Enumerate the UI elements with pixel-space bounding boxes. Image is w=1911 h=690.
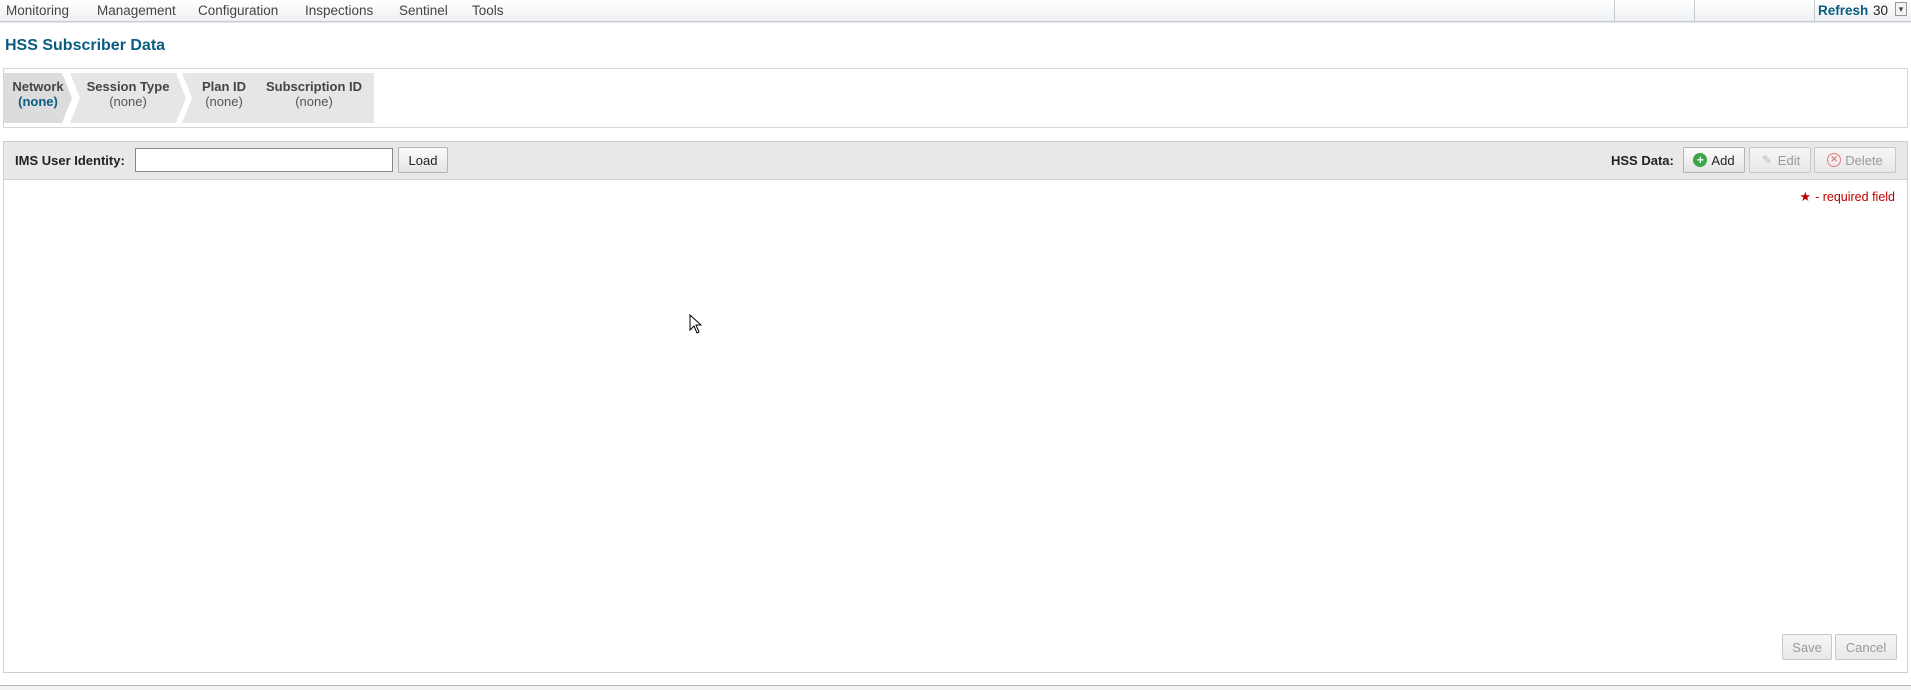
menu-management[interactable]: Management [97,3,176,18]
required-field-text: - required field [1815,190,1895,204]
refresh-link[interactable]: Refresh [1818,3,1868,18]
menu-sentinel[interactable]: Sentinel [399,3,448,18]
load-button-label: Load [408,152,438,168]
menu-tools[interactable]: Tools [472,3,504,18]
edit-button[interactable]: ✎ Edit [1749,147,1811,173]
menu-divider [1814,0,1815,22]
title-divider [0,22,1911,23]
save-button-label: Save [1792,639,1822,655]
refresh-interval-spinner-icon[interactable]: ▾ [1895,2,1907,16]
breadcrumb-network[interactable]: Network (none) [4,73,72,123]
breadcrumb-session-type[interactable]: Session Type (none) [70,73,186,123]
breadcrumb-label: Network [12,79,64,94]
menu-inspections[interactable]: Inspections [305,3,373,18]
pencil-icon: ✎ [1761,153,1772,167]
edit-button-label: Edit [1777,152,1801,168]
cancel-button-label: Cancel [1845,639,1887,655]
load-button[interactable]: Load [398,147,448,173]
required-field-note: ★ - required field [1799,189,1895,205]
star-icon: ★ [1799,189,1812,204]
breadcrumb-label: Subscription ID [265,79,363,94]
menu-monitoring[interactable]: Monitoring [6,3,69,18]
subscriber-toolbar: IMS User Identity: Load HSS Data: + Add … [4,142,1907,180]
status-bar [0,685,1911,690]
breadcrumb-label: Session Type [86,79,170,94]
breadcrumb-label: Plan ID [201,79,247,94]
hss-data-label: HSS Data: [1611,153,1674,168]
delete-button-label: Delete [1845,152,1883,168]
x-circle-icon: ✕ [1827,153,1842,167]
breadcrumb-plan-id[interactable]: Plan ID (none) [182,73,266,123]
delete-button[interactable]: ✕ Delete [1814,147,1896,173]
save-button[interactable]: Save [1782,634,1832,660]
add-button-label: Add [1711,152,1735,168]
refresh-interval-value[interactable]: 30 [1873,3,1888,18]
top-menubar: Monitoring Management Configuration Insp… [0,0,1911,22]
ims-user-identity-label: IMS User Identity: [15,153,125,168]
breadcrumb-panel: Network (none) Session Type (none) Plan … [3,68,1908,128]
breadcrumb-value: (none) [295,94,333,109]
menu-configuration[interactable]: Configuration [198,3,278,18]
cancel-button[interactable]: Cancel [1835,634,1897,660]
menu-divider [1694,0,1695,22]
subscriber-data-panel: IMS User Identity: Load HSS Data: + Add … [3,141,1908,673]
breadcrumb-value: (none) [18,94,58,109]
plus-circle-icon: + [1693,153,1708,167]
ims-user-identity-input[interactable] [135,148,393,172]
menu-divider [1614,0,1615,22]
breadcrumb-value: (none) [205,94,243,109]
mouse-pointer-icon [689,314,703,334]
breadcrumb-subscription-id[interactable]: Subscription ID (none) [254,73,374,123]
add-button[interactable]: + Add [1683,147,1745,173]
breadcrumb-value: (none) [109,94,147,109]
page-title: HSS Subscriber Data [5,37,166,54]
